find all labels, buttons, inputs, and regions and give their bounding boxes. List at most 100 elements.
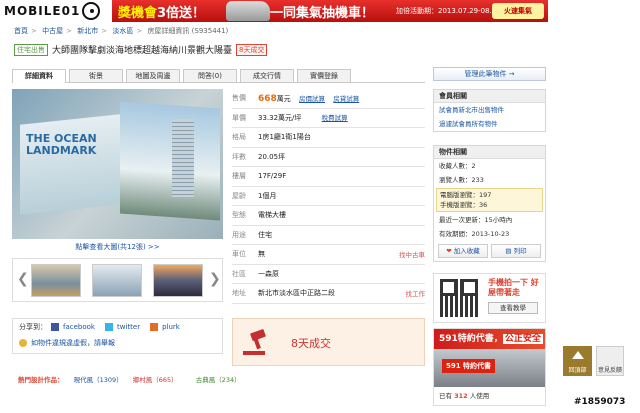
page-title: 住宅出售 大師團隊擊劇淡海地標超越海納川景觀大陽臺 8天成交 (14, 43, 268, 56)
detail-tabs: 詳細資料 街景 地圖及周邊 問答(0) 成交行情 實價登錄 (12, 69, 425, 83)
listing-id: #1859073 (574, 397, 626, 407)
thumbnail[interactable] (31, 264, 81, 297)
scooter-icon (226, 1, 270, 21)
share-panel: 分享到： facebook twitter plurk 如物件違規違虛假，請舉報 (12, 318, 223, 354)
top-banner-ad[interactable]: MOBILE01 獎機會3倍送！ 一同集氣抽機車！ 加倍活動期：2013.07.… (0, 0, 548, 22)
loan-calc-link[interactable]: 房貸試算 (333, 95, 359, 103)
thumb-prev-icon[interactable]: ❮ (17, 271, 29, 287)
layout-row: 格局 1房1廳1衛1陽台 (232, 128, 425, 148)
printer-icon: ▤ (505, 247, 512, 255)
qr-panel: 手機拍一下 好屋帶著走 查看教學 (433, 273, 546, 323)
report-icon (19, 339, 27, 347)
twitter-icon (104, 323, 113, 331)
type-row: 型態 電梯大樓 (232, 206, 425, 226)
view-breakdown: 電腦版瀏覽：197 手機版瀏覽：36 (436, 188, 543, 212)
banner-cta-button[interactable]: 火速集氣 (492, 3, 544, 19)
tax-calc-link[interactable]: 稅費試算 (322, 114, 348, 122)
member-listings-link[interactable]: 試會員新北市出售物件 (439, 106, 504, 114)
breadcrumb-current: 房屋詳細資訊 (S935441) (147, 27, 229, 35)
usage-row: 用途 住宅 (232, 226, 425, 245)
price-trend-link[interactable]: 房價試算 (299, 95, 325, 103)
brochure-left (20, 113, 130, 215)
heart-icon: ❤ (446, 247, 452, 255)
facebook-icon (51, 323, 59, 331)
property-info-table: 售價 668萬元 房價試算 房貸試算 單價 33.32萬元/坪 稅費試算 格局 1… (232, 89, 425, 304)
qr-caption: 手機拍一下 好屋帶著走 (488, 278, 539, 297)
breadcrumb-district[interactable]: 淡水區 (112, 27, 133, 35)
ad-title: 591特約代書 (439, 334, 494, 344)
thumbnail-strip: ❮ ❯ (12, 258, 223, 302)
last-updated: 最近一次更新：15小時內 (439, 216, 513, 224)
find-job-link[interactable]: 找工作 (406, 288, 426, 298)
design-categories: 熱門設計作品： 現代風（1309） 鄉村風（665） 古典風（234） (18, 376, 241, 384)
sold-days-badge: 8天成交 (236, 43, 268, 56)
pc-views: 電腦版瀏覽：197 (440, 191, 492, 199)
unit-price-row: 單價 33.32萬元/坪 稅費試算 (232, 109, 425, 128)
banner-slogan: 一同集氣抽機車！ (270, 6, 375, 21)
filter-member-link[interactable]: 過濾試會員所有物件 (439, 120, 498, 128)
tab-map[interactable]: 地圖及周邊 (126, 69, 180, 82)
view-all-photos-link[interactable]: 點擊查看大圖(共12張) >> (75, 243, 159, 251)
tab-actual-price[interactable]: 實價登錄 (297, 69, 351, 82)
tab-details[interactable]: 詳細資料 (12, 69, 66, 83)
listing-type-badge: 住宅出售 (14, 43, 48, 56)
sold-banner: 8天成交 (232, 318, 425, 366)
photo-caption: THE OCEAN LANDMARK (26, 132, 97, 157)
breadcrumb-used-house[interactable]: 中古屋 (42, 27, 63, 35)
tab-market-price[interactable]: 成交行情 (240, 69, 294, 82)
logo-text: MOBILE01 (4, 4, 81, 18)
address-row: 地址 新北市淡水區中正路二段 找工作 (232, 284, 425, 304)
ad-image (434, 349, 545, 387)
ad-subtitle: 公正安全 (502, 334, 543, 344)
member-box-title: 會員相關 (434, 90, 545, 103)
back-to-top-button[interactable]: 回頂部 (563, 346, 592, 376)
expiry-date: 有效期間：2013-10-23 (439, 230, 510, 238)
thumb-next-icon[interactable]: ❯ (209, 271, 221, 287)
tower-image (172, 119, 194, 197)
parking-row: 車位無 找中古車 (232, 245, 425, 265)
qr-tutorial-button[interactable]: 查看教學 (488, 302, 538, 314)
category-modern-link[interactable]: 現代風（1309） (74, 376, 123, 384)
qr-code-icon (440, 279, 478, 317)
views-count: 瀏覽人數：233 (439, 176, 484, 184)
breadcrumb-home[interactable]: 首頁 (14, 27, 28, 35)
report-link[interactable]: 如物件違規違虛假，請舉報 (31, 338, 115, 348)
thumbnail[interactable] (92, 264, 142, 297)
favorites-count: 收藏人數：2 (439, 162, 476, 170)
add-favorite-button[interactable]: ❤ 加入收藏 (438, 244, 488, 258)
share-label: 分享到： (19, 323, 47, 331)
main-photo[interactable]: THE OCEAN LANDMARK (12, 89, 223, 239)
notary-ad[interactable]: 591特約代書，公正安全 已有 312 人使用 (433, 328, 546, 406)
logo-eye-icon (82, 2, 100, 20)
feedback-button[interactable]: 意見反饋 (596, 346, 624, 376)
breadcrumb: 首頁 > 中古屋 > 新北市 > 淡水區 > 房屋詳細資訊 (S935441) (14, 27, 229, 35)
ad-footer: 已有 312 人使用 (439, 392, 490, 400)
share-plurk-link[interactable]: plurk (162, 323, 180, 331)
find-used-car-link[interactable]: 找中古車 (399, 249, 425, 259)
tab-street-view[interactable]: 街景 (69, 69, 123, 82)
brochure-right (120, 101, 220, 221)
listing-title: 大師團隊擊劇淡海地標超越海納川景觀大陽臺 (52, 46, 233, 56)
manage-listing-button[interactable]: 管理此筆物件 → (433, 67, 546, 81)
share-twitter-link[interactable]: twitter (117, 323, 140, 331)
category-classic-link[interactable]: 古典風（234） (196, 376, 241, 384)
age-row: 屋齡 1個月 (232, 187, 425, 206)
breadcrumb-city[interactable]: 新北市 (77, 27, 98, 35)
category-country-link[interactable]: 鄉村風（665） (133, 376, 178, 384)
stats-box: 物件相關 收藏人數：2 瀏覽人數：233 電腦版瀏覽：197 手機版瀏覽：36 … (433, 145, 546, 262)
price-row: 售價 668萬元 房價試算 房貸試算 (232, 89, 425, 109)
plurk-icon (150, 323, 159, 331)
stats-box-title: 物件相關 (434, 146, 545, 159)
member-box: 會員相關 試會員新北市出售物件 過濾試會員所有物件 (433, 89, 546, 132)
thumbnail[interactable] (153, 264, 203, 297)
gavel-icon (243, 329, 266, 355)
mobile-views: 手機版瀏覽：36 (440, 201, 488, 209)
banner-period: 加倍活動期：2013.07.29-08.04 (396, 7, 501, 15)
floor-row: 樓層 17F/29F (232, 167, 425, 187)
price-value: 668 (258, 93, 277, 104)
share-facebook-link[interactable]: facebook (63, 323, 95, 331)
mobile01-logo: MOBILE01 (0, 0, 112, 22)
print-button[interactable]: ▤ 列印 (491, 244, 541, 258)
area-row: 坪數 20.05坪 (232, 148, 425, 167)
tab-qa[interactable]: 問答(0) (183, 69, 237, 82)
